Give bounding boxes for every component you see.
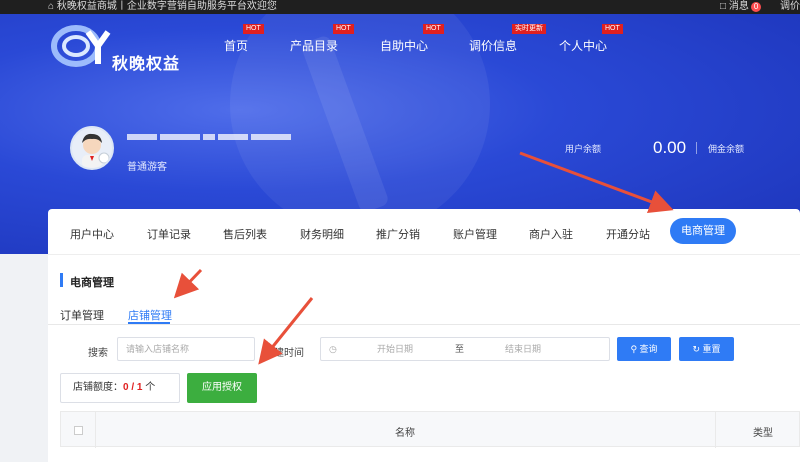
end-date-input[interactable]: 结束日期 xyxy=(505,338,541,360)
tab-order-records[interactable]: 订单记录 xyxy=(147,226,191,242)
search-label: 搜索 xyxy=(88,348,108,359)
account-tab-bar: 用户中心 订单记录 售后列表 财务明细 推广分销 账户管理 商户入驻 开通分站 … xyxy=(48,209,800,255)
nav-home[interactable]: 首页 xyxy=(224,37,248,54)
username-masked xyxy=(127,129,297,141)
select-all-checkbox[interactable] xyxy=(74,426,83,435)
quota-label: 店铺额度： xyxy=(73,382,123,393)
nav-self-service[interactable]: 自助中心 xyxy=(380,37,428,54)
site-logo-text: 秋晚权益 xyxy=(112,56,181,73)
balance-value: 0.00 xyxy=(653,138,687,157)
reset-button-label: 重置 xyxy=(702,344,721,354)
balance-label: 用户余额 xyxy=(565,144,602,154)
query-button[interactable]: ⚲ 查询 xyxy=(617,337,671,361)
subtab-order-management[interactable]: 订单管理 xyxy=(60,307,104,323)
section-title: 电商管理 xyxy=(70,277,114,289)
query-button-label: 查询 xyxy=(639,344,658,354)
stores-table-header: 名称 类型 xyxy=(60,411,800,448)
commission-label: 佣金余额 xyxy=(708,144,745,154)
user-avatar-icon xyxy=(82,133,110,168)
quota-unit: 个 xyxy=(145,382,156,393)
search-icon: ⚲ xyxy=(630,344,638,354)
nav-products-tag: HOT xyxy=(333,24,354,34)
avatar[interactable] xyxy=(70,126,114,170)
start-date-input[interactable]: 开始日期 xyxy=(377,338,413,360)
date-range-picker[interactable]: ◷ 开始日期 至 结束日期 xyxy=(320,337,610,361)
tab-finance[interactable]: 财务明细 xyxy=(300,226,344,242)
tab-open-substation[interactable]: 开通分站 xyxy=(606,226,650,242)
tab-after-sales[interactable]: 售后列表 xyxy=(223,226,267,242)
store-quota: 店铺额度：0 / 1 个 xyxy=(60,373,180,403)
site-logo-icon[interactable] xyxy=(50,18,120,78)
topbar-right-link[interactable]: 调价 xyxy=(780,0,800,14)
balance-divider xyxy=(696,142,697,154)
subtab-store-management[interactable]: 店铺管理 xyxy=(128,307,172,323)
nav-self-service-tag: HOT xyxy=(423,24,444,34)
store-search-input[interactable]: 请输入店铺名称 xyxy=(117,337,255,361)
home-icon: ⌂ xyxy=(48,1,55,12)
nav-price-info-tag: 实时更新 xyxy=(512,24,546,34)
tab-merchant-join[interactable]: 商户入驻 xyxy=(529,226,573,242)
clock-icon: ◷ xyxy=(329,344,337,354)
home-icon-text[interactable]: ⌂ 秋晚权益商城丨企业数字营销自助服务平台欢迎您 xyxy=(48,0,277,14)
tab-ecommerce-management[interactable]: 电商管理 xyxy=(670,218,736,244)
messages-label: 消息 xyxy=(728,1,749,12)
messages-link[interactable]: □ 消息 0 xyxy=(720,0,762,14)
date-range-separator: 至 xyxy=(455,344,465,354)
nav-personal-center-tag: HOT xyxy=(602,24,623,34)
nav-price-info[interactable]: 调价信息 xyxy=(469,37,517,54)
tab-promotion[interactable]: 推广分销 xyxy=(376,226,420,242)
bell-icon: □ xyxy=(720,1,727,12)
created-time-label: 创建时间 xyxy=(264,348,304,359)
top-bar: ⌂ 秋晚权益商城丨企业数字营销自助服务平台欢迎您 □ 消息 0 调价 xyxy=(0,0,800,14)
apply-authorization-button[interactable]: 应用授权 xyxy=(187,373,257,403)
tab-account-management[interactable]: 账户管理 xyxy=(453,226,497,242)
column-header-name: 名称 xyxy=(395,428,415,439)
nav-home-tag: HOT xyxy=(243,24,264,34)
table-column-divider xyxy=(95,412,96,448)
refresh-icon: ↻ xyxy=(692,344,700,354)
reset-button[interactable]: ↻ 重置 xyxy=(679,337,734,361)
section-accent-bar xyxy=(60,273,63,287)
user-type: 普通游客 xyxy=(127,162,167,173)
nav-products[interactable]: 产品目录 xyxy=(290,37,338,54)
quota-value: 0 / 1 xyxy=(123,382,143,393)
tab-user-center[interactable]: 用户中心 xyxy=(70,226,114,242)
site-welcome-text: 秋晚权益商城丨企业数字营销自助服务平台欢迎您 xyxy=(56,1,277,12)
table-column-divider xyxy=(715,412,716,448)
column-header-type: 类型 xyxy=(753,428,773,439)
messages-badge: 0 xyxy=(750,2,762,12)
ecommerce-panel: 电商管理 订单管理 店铺管理 搜索 请输入店铺名称 创建时间 ◷ 开始日期 至 … xyxy=(48,255,800,462)
subtab-divider xyxy=(48,324,800,325)
nav-personal-center[interactable]: 个人中心 xyxy=(559,37,607,54)
